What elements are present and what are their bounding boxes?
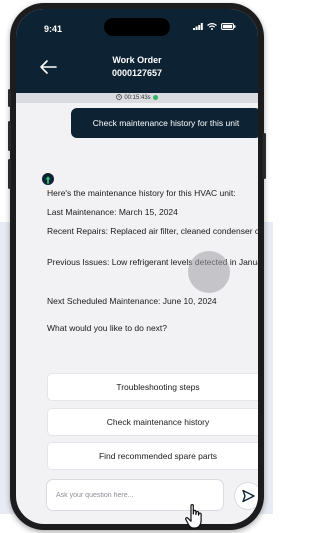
assistant-message-line: What would you like to do next? bbox=[47, 323, 168, 333]
status-icons bbox=[193, 23, 236, 30]
session-timer-bar: 00:15:43s bbox=[16, 93, 258, 103]
option-find-spare-parts[interactable]: Find recommended spare parts bbox=[47, 442, 258, 470]
session-timer: 00:15:43s bbox=[124, 95, 151, 101]
bot-icon bbox=[42, 173, 54, 185]
touch-indicator bbox=[188, 251, 230, 293]
signal-icon bbox=[193, 23, 203, 30]
phone-side-button bbox=[8, 89, 11, 107]
send-button[interactable] bbox=[234, 482, 258, 510]
app-header: 9:41 Work Order 0000127657 bbox=[16, 9, 258, 93]
phone-volume-up bbox=[8, 121, 11, 151]
work-order-number: 0000127657 bbox=[111, 68, 163, 78]
page-title: Work Order bbox=[112, 55, 162, 65]
phone-volume-down bbox=[8, 159, 11, 189]
user-message-bubble: Check maintenance history for this unit bbox=[71, 108, 258, 138]
dynamic-island bbox=[104, 18, 170, 36]
option-check-maintenance-history[interactable]: Check maintenance history bbox=[47, 408, 258, 436]
send-icon bbox=[242, 489, 255, 503]
assistant-message-line: Recent Repairs: Replaced air filter, cle… bbox=[47, 226, 258, 236]
status-time: 9:41 bbox=[44, 24, 63, 34]
live-status-dot bbox=[152, 94, 158, 100]
phone-power-button bbox=[263, 133, 266, 179]
assistant-message-line: Next Scheduled Maintenance: June 10, 202… bbox=[47, 296, 217, 306]
clock-icon bbox=[116, 94, 123, 101]
wifi-icon bbox=[207, 23, 217, 30]
battery-icon bbox=[221, 23, 236, 30]
hand-cursor-icon bbox=[185, 504, 202, 529]
option-troubleshooting-steps[interactable]: Troubleshooting steps bbox=[47, 373, 258, 401]
assistant-message-line: Here's the maintenance history for this … bbox=[47, 188, 236, 198]
assistant-message-line: Last Maintenance: March 15, 2024 bbox=[47, 207, 178, 217]
